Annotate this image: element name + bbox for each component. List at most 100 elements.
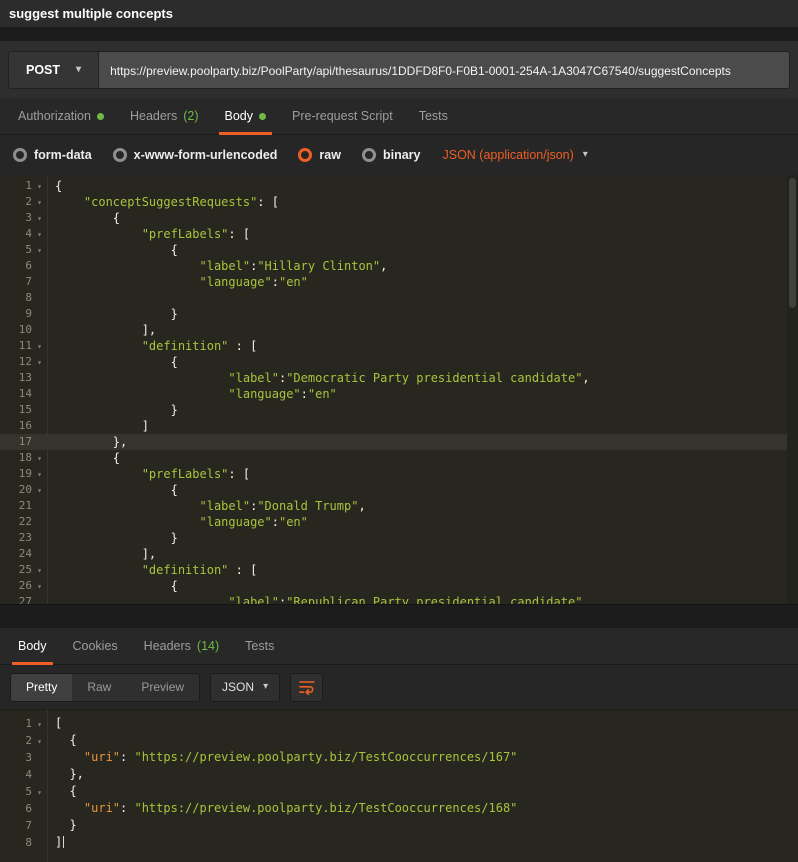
fold-toggle-icon[interactable]: ▾ bbox=[32, 562, 47, 578]
fold-toggle-icon[interactable]: ▾ bbox=[32, 226, 47, 242]
fold-spacer bbox=[32, 418, 47, 434]
gutter: 27 bbox=[0, 594, 47, 604]
fold-spacer bbox=[32, 290, 47, 306]
code-text: { bbox=[47, 783, 77, 800]
line-number: 5 bbox=[2, 783, 32, 800]
code-token: { bbox=[55, 733, 77, 747]
line-number: 27 bbox=[2, 594, 32, 604]
response-body-editor[interactable]: 1▾[2▾ {3 "uri": "https://preview.poolpar… bbox=[0, 709, 798, 862]
code-text: { bbox=[47, 578, 178, 594]
code-line: 27 "label":"Republican Party presidentia… bbox=[0, 594, 798, 604]
fold-toggle-icon[interactable]: ▾ bbox=[32, 450, 47, 466]
fold-toggle-icon[interactable]: ▾ bbox=[32, 482, 47, 498]
view-mode-pretty[interactable]: Pretty bbox=[11, 674, 72, 701]
code-text: "language":"en" bbox=[47, 386, 337, 402]
code-token bbox=[55, 275, 200, 289]
code-token bbox=[55, 387, 228, 401]
fold-toggle-icon[interactable]: ▾ bbox=[32, 210, 47, 226]
fold-toggle-icon[interactable]: ▾ bbox=[32, 715, 47, 732]
line-number: 3 bbox=[2, 210, 32, 226]
fold-toggle-icon[interactable]: ▾ bbox=[32, 242, 47, 258]
line-number: 26 bbox=[2, 578, 32, 594]
gutter: 15 bbox=[0, 402, 47, 418]
tab-count: (2) bbox=[183, 109, 198, 123]
code-text: { bbox=[47, 450, 120, 466]
gutter: 20▾ bbox=[0, 482, 47, 498]
fold-spacer bbox=[32, 258, 47, 274]
code-line: 4 }, bbox=[0, 766, 798, 783]
code-token: } bbox=[55, 531, 178, 545]
method-dropdown[interactable]: POST ▾ bbox=[8, 51, 99, 89]
fold-spacer bbox=[32, 594, 47, 604]
fold-toggle-icon[interactable]: ▾ bbox=[32, 732, 47, 749]
view-mode-raw[interactable]: Raw bbox=[72, 674, 126, 701]
body-mode-form-data[interactable]: form-data bbox=[13, 148, 92, 162]
request-tab-tests[interactable]: Tests bbox=[406, 98, 461, 134]
code-line: 5▾ { bbox=[0, 783, 798, 800]
body-mode-raw[interactable]: raw bbox=[298, 148, 341, 162]
code-text: }, bbox=[47, 434, 127, 450]
fold-toggle-icon[interactable]: ▾ bbox=[32, 338, 47, 354]
code-token: : bbox=[272, 515, 279, 529]
gutter: 6 bbox=[0, 800, 47, 817]
gutter: 2▾ bbox=[0, 732, 47, 749]
body-mode-x-www-form-urlencoded[interactable]: x-www-form-urlencoded bbox=[113, 148, 278, 162]
wrap-text-icon bbox=[299, 680, 315, 695]
code-line: 11▾ "definition" : [ bbox=[0, 338, 798, 354]
content-type-label: JSON (application/json) bbox=[442, 148, 573, 162]
code-line: 7 } bbox=[0, 817, 798, 834]
code-token: , bbox=[582, 371, 589, 385]
fold-spacer bbox=[32, 322, 47, 338]
request-tab-body[interactable]: Body bbox=[212, 98, 280, 134]
gutter: 1▾ bbox=[0, 715, 47, 732]
fold-toggle-icon[interactable]: ▾ bbox=[32, 578, 47, 594]
code-line: 6 "label":"Hillary Clinton", bbox=[0, 258, 798, 274]
code-token bbox=[55, 750, 84, 764]
view-mode-preview[interactable]: Preview bbox=[126, 674, 199, 701]
line-number: 19 bbox=[2, 466, 32, 482]
response-tab-cookies[interactable]: Cookies bbox=[60, 628, 131, 664]
request-response-divider[interactable] bbox=[0, 604, 798, 628]
line-number: 20 bbox=[2, 482, 32, 498]
gutter: 6 bbox=[0, 258, 47, 274]
line-number: 4 bbox=[2, 226, 32, 242]
line-number: 10 bbox=[2, 322, 32, 338]
request-body-editor[interactable]: 1▾{2▾ "conceptSuggestRequests": [3▾ {4▾ … bbox=[0, 175, 798, 604]
code-line: 3 "uri": "https://preview.poolparty.biz/… bbox=[0, 749, 798, 766]
line-number: 11 bbox=[2, 338, 32, 354]
fold-toggle-icon[interactable]: ▾ bbox=[32, 354, 47, 370]
chevron-down-icon: ▾ bbox=[583, 150, 588, 160]
code-token: } bbox=[55, 403, 178, 417]
response-format-dropdown[interactable]: JSON ▾ bbox=[210, 673, 280, 702]
tab-label: Headers bbox=[130, 109, 177, 123]
request-tab-pre-request-script[interactable]: Pre-request Script bbox=[279, 98, 406, 134]
response-tab-body[interactable]: Body bbox=[5, 628, 60, 664]
request-code: 1▾{2▾ "conceptSuggestRequests": [3▾ {4▾ … bbox=[0, 178, 798, 604]
code-token bbox=[55, 595, 228, 604]
scrollbar-thumb[interactable] bbox=[789, 178, 796, 308]
content-type-dropdown[interactable]: JSON (application/json) ▾ bbox=[442, 148, 587, 162]
gutter: 17 bbox=[0, 434, 47, 450]
fold-toggle-icon[interactable]: ▾ bbox=[32, 194, 47, 210]
request-tab-authorization[interactable]: Authorization bbox=[5, 98, 117, 134]
fold-toggle-icon[interactable]: ▾ bbox=[32, 466, 47, 482]
wrap-lines-button[interactable] bbox=[290, 673, 323, 702]
string-token: "prefLabels" bbox=[142, 467, 229, 481]
request-tab-headers[interactable]: Headers (2) bbox=[117, 98, 212, 134]
url-input[interactable]: https://preview.poolparty.biz/PoolParty/… bbox=[99, 51, 790, 89]
body-type-options: form-data x-www-form-urlencoded raw binary bbox=[13, 148, 420, 162]
line-number: 1 bbox=[2, 178, 32, 194]
code-text: "uri": "https://preview.poolparty.biz/Te… bbox=[47, 800, 517, 817]
tab-count: (14) bbox=[197, 639, 219, 653]
body-mode-binary[interactable]: binary bbox=[362, 148, 421, 162]
code-text: { bbox=[47, 354, 178, 370]
fold-spacer bbox=[32, 514, 47, 530]
body-type-row: form-datax-www-form-urlencodedrawbinary … bbox=[0, 135, 798, 175]
response-tab-headers[interactable]: Headers(14) bbox=[131, 628, 232, 664]
line-number: 2 bbox=[2, 194, 32, 210]
code-token: ], bbox=[55, 323, 156, 337]
response-tab-tests[interactable]: Tests bbox=[232, 628, 287, 664]
fold-toggle-icon[interactable]: ▾ bbox=[32, 783, 47, 800]
fold-toggle-icon[interactable]: ▾ bbox=[32, 178, 47, 194]
string-token: "conceptSuggestRequests" bbox=[84, 195, 257, 209]
